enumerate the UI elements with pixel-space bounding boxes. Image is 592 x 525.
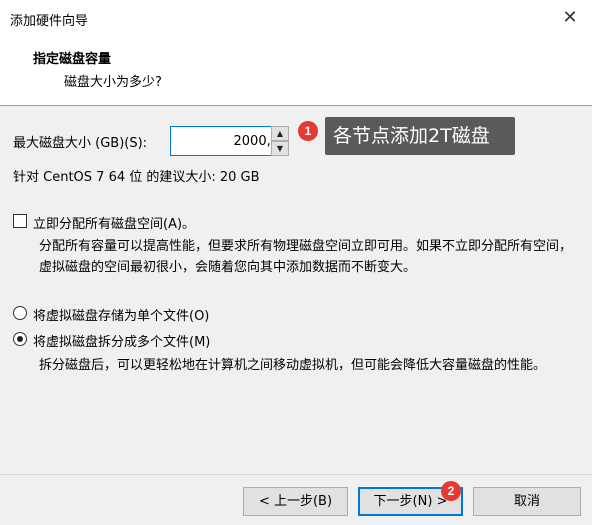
annotation-callout: 各节点添加2T磁盘: [325, 117, 515, 155]
split-files-description: 拆分磁盘后，可以更轻松地在计算机之间移动虚拟机，但可能会降低大容量磁盘的性能。: [39, 358, 547, 373]
annotation-badge-1: 1: [298, 121, 318, 141]
back-button[interactable]: < 上一步(B): [243, 487, 348, 516]
close-icon[interactable]: ✕: [558, 6, 582, 30]
disk-size-label: 最大磁盘大小 (GB)(S):: [13, 136, 148, 151]
page-title: 指定磁盘容量: [33, 52, 112, 67]
disk-size-spinner[interactable]: ▲ ▼: [271, 126, 289, 156]
annotation-badge-2: 2: [441, 481, 461, 501]
spin-down-icon[interactable]: ▼: [271, 141, 289, 156]
disk-size-input[interactable]: [170, 126, 284, 156]
radio-single-file-label[interactable]: 将虚拟磁盘存储为单个文件(O): [33, 305, 209, 324]
allocate-now-description: 分配所有容量可以提高性能，但要求所有物理磁盘空间立即可用。如果不立即分配所有空间…: [39, 239, 573, 275]
cancel-button[interactable]: 取消: [473, 487, 581, 516]
spin-up-icon[interactable]: ▲: [271, 126, 289, 141]
page-subtitle: 磁盘大小为多少?: [64, 75, 162, 90]
radio-split-files[interactable]: [13, 332, 27, 346]
radio-single-file[interactable]: [13, 306, 27, 320]
recommended-size-text: 针对 CentOS 7 64 位 的建议大小: 20 GB: [13, 170, 260, 185]
footer-divider: [0, 474, 592, 475]
window-title: 添加硬件向导: [10, 14, 89, 29]
allocate-now-checkbox[interactable]: [13, 214, 27, 228]
wizard-header: 指定磁盘容量 磁盘大小为多少?: [0, 38, 592, 106]
allocate-now-label[interactable]: 立即分配所有磁盘空间(A)。: [33, 213, 195, 232]
title-bar: 添加硬件向导 ✕: [0, 0, 592, 38]
radio-split-files-label[interactable]: 将虚拟磁盘拆分成多个文件(M): [33, 331, 210, 350]
